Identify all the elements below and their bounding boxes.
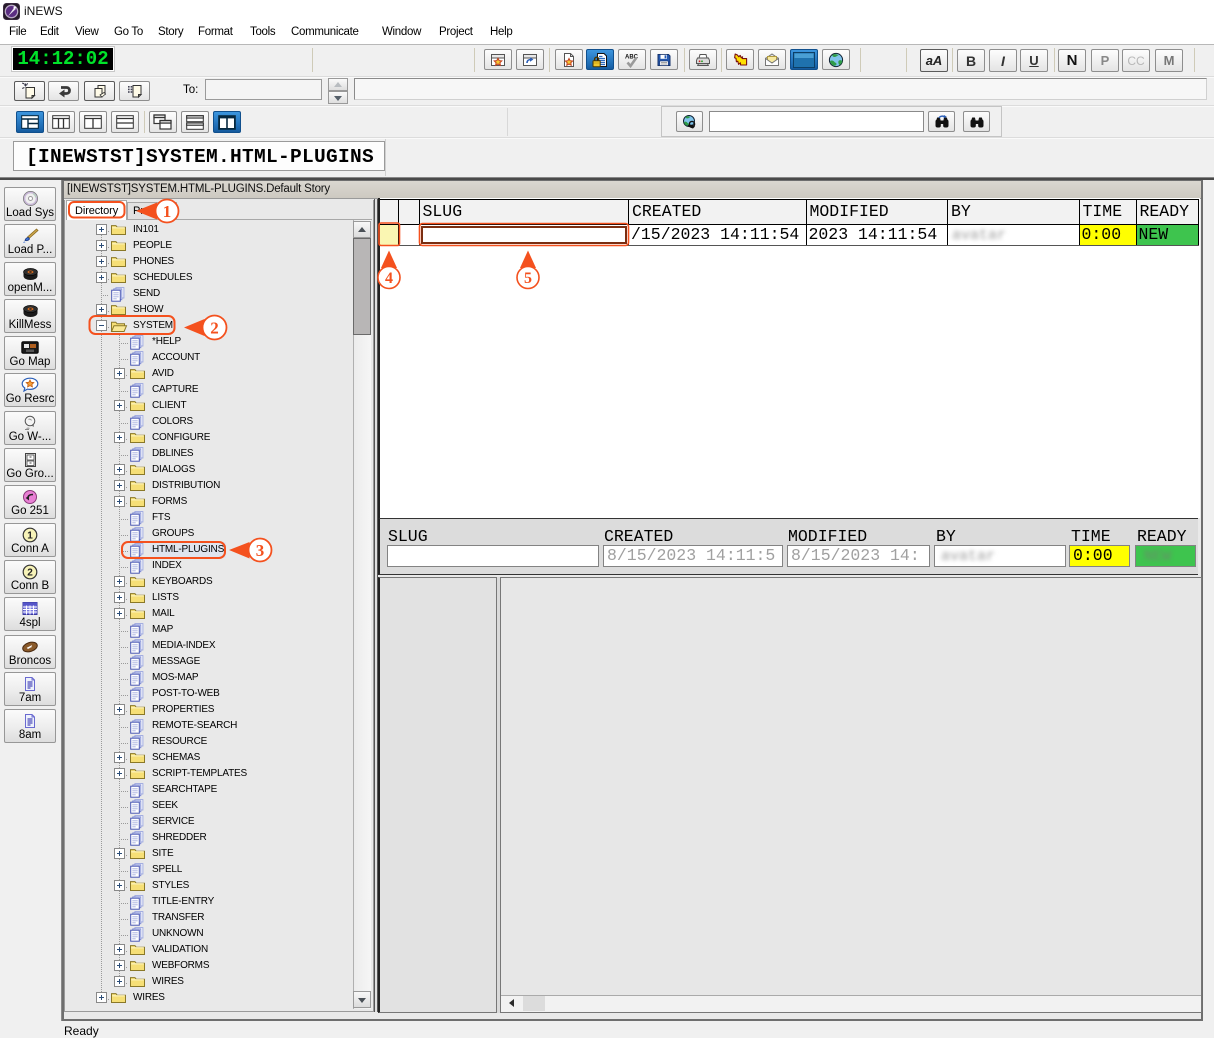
svg-text:3: 3 bbox=[256, 541, 265, 560]
svg-text:5: 5 bbox=[524, 270, 532, 287]
svg-text:4: 4 bbox=[385, 270, 393, 287]
svg-text:1: 1 bbox=[163, 202, 172, 221]
svg-text:2: 2 bbox=[210, 319, 219, 338]
